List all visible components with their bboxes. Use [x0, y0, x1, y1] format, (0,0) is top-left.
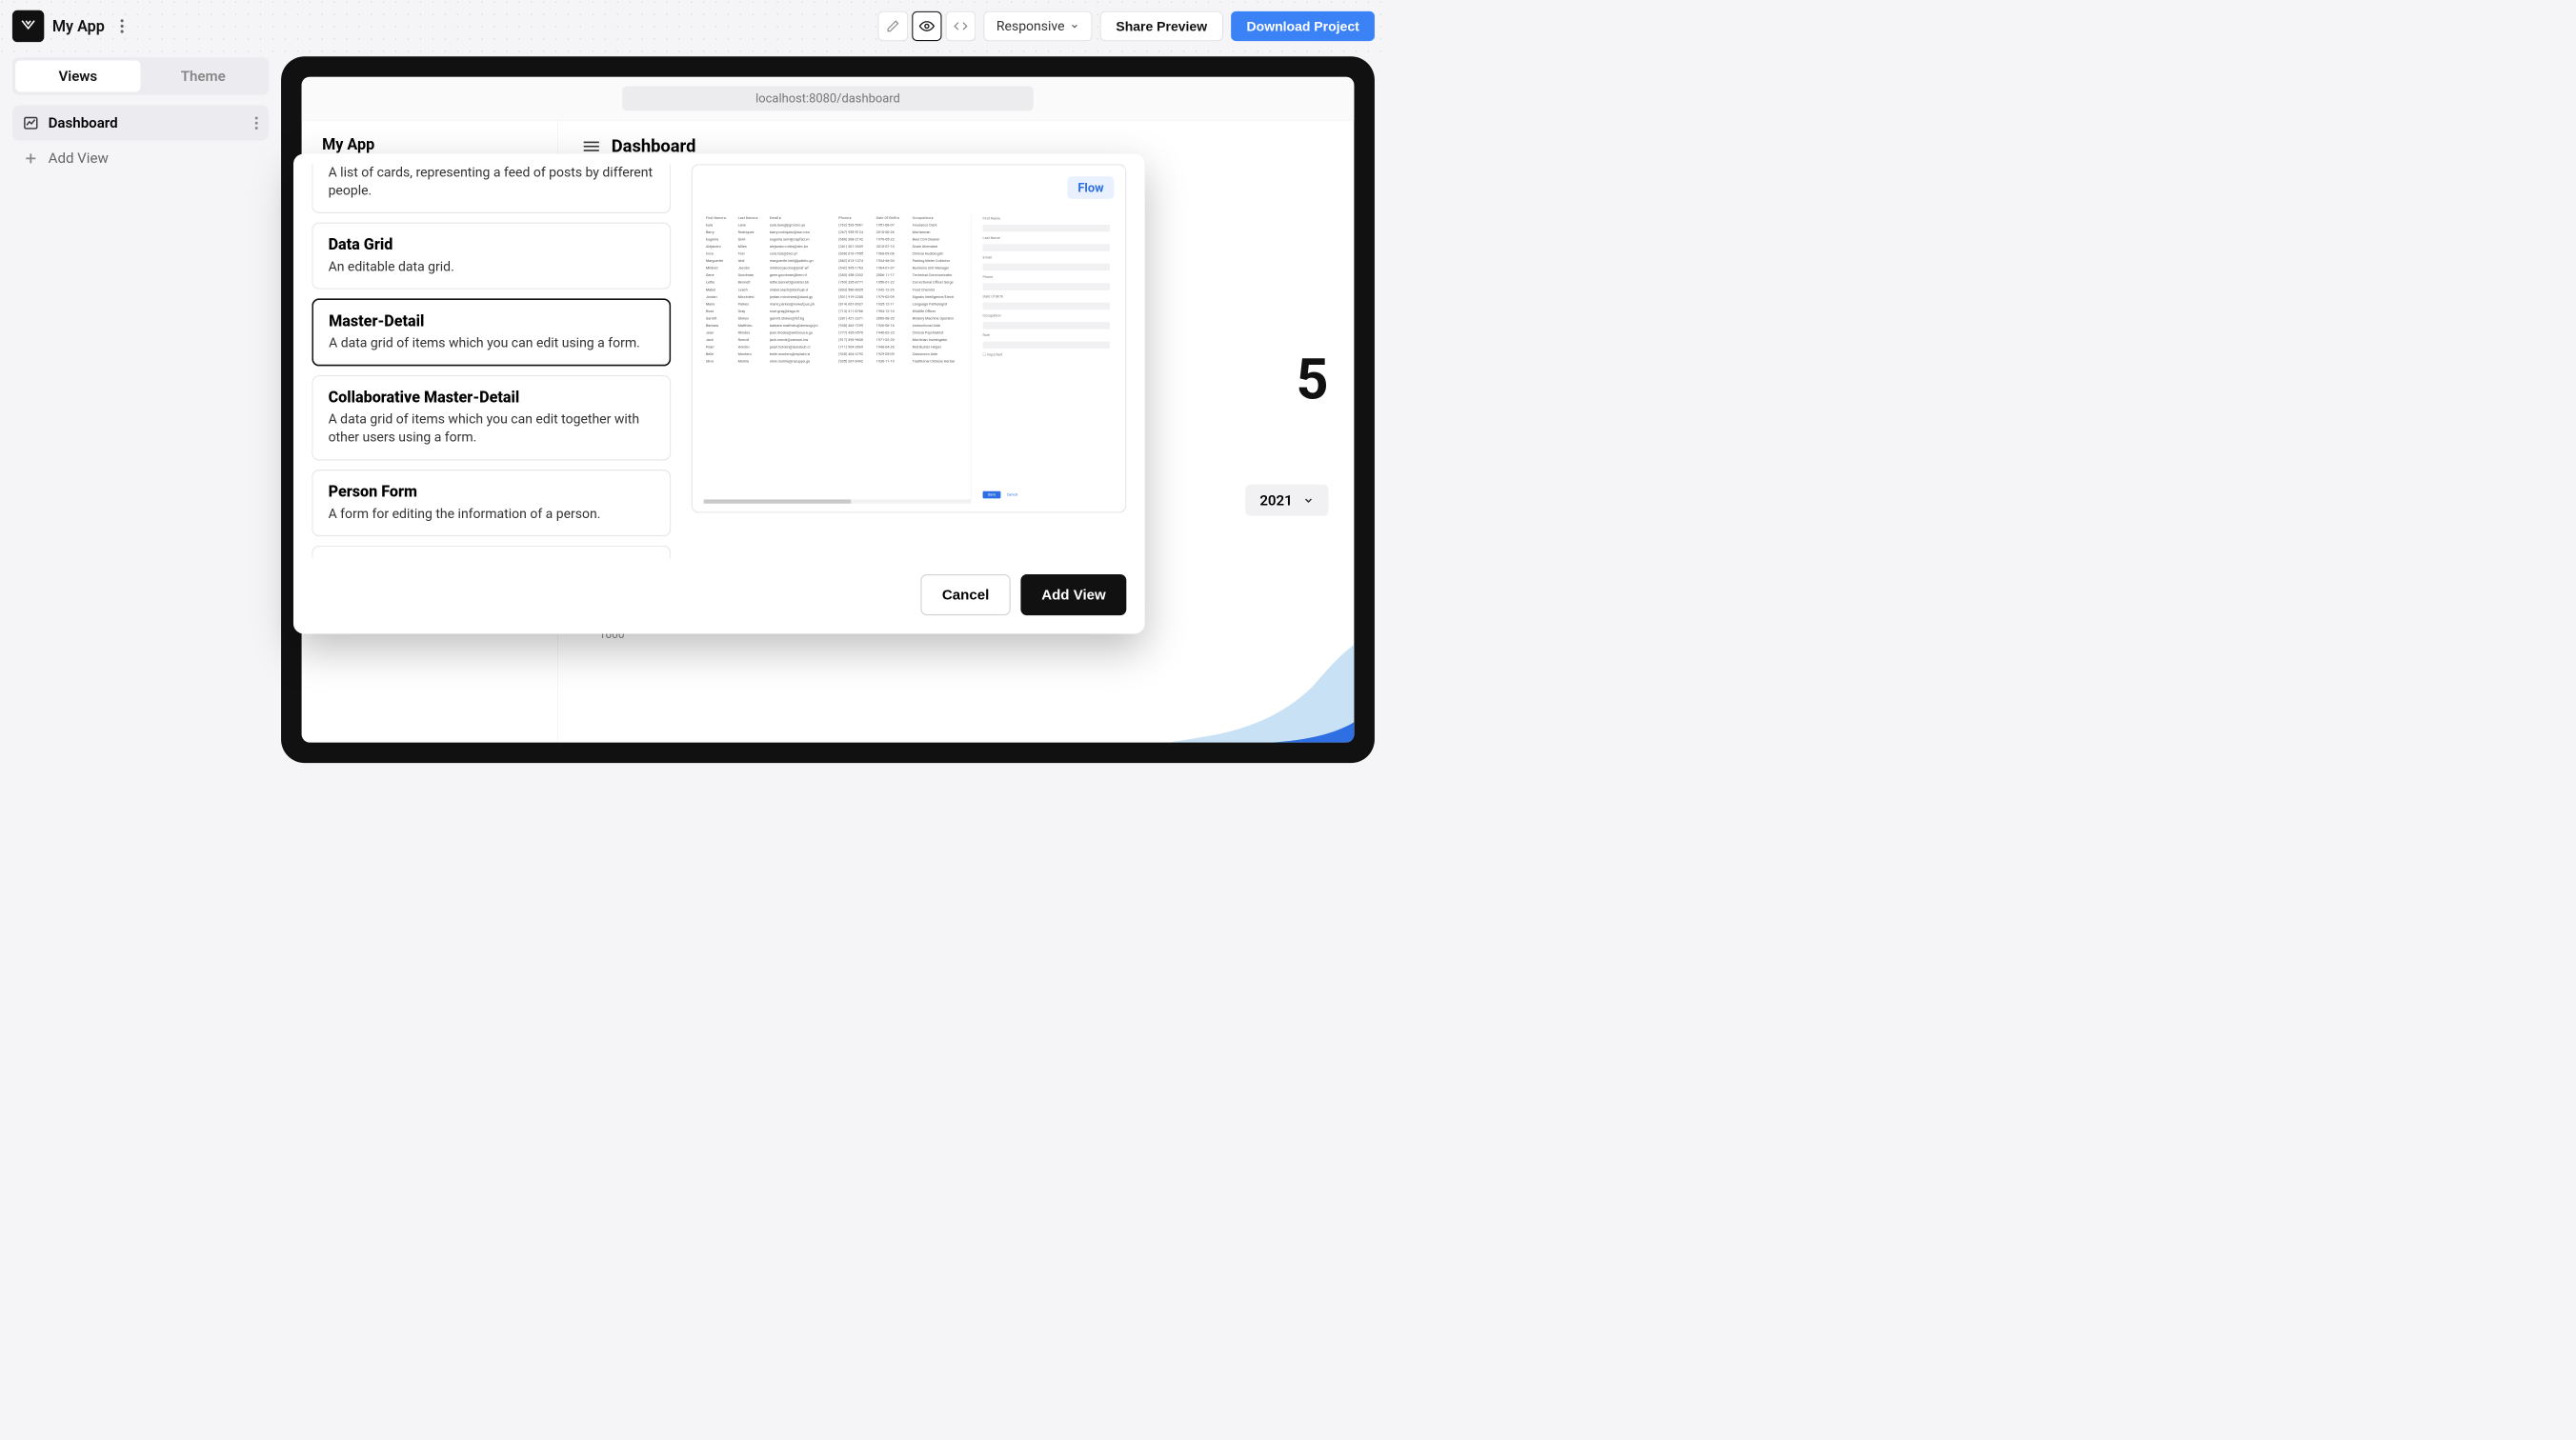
modal-submit-button[interactable]: Add View — [1021, 574, 1127, 615]
mode-toggle-group — [878, 11, 976, 41]
dashboard-icon — [23, 114, 39, 130]
template-title: Data Grid — [329, 236, 654, 254]
template-list: A list of cards, representing a feed of … — [312, 164, 671, 558]
plus-icon — [23, 150, 39, 166]
edit-mode-button[interactable] — [878, 11, 908, 41]
template-title: Master-Detail — [329, 312, 654, 330]
template-option-person-form[interactable]: Person Form A form for editing the infor… — [312, 470, 671, 536]
add-view-modal: A list of cards, representing a feed of … — [293, 154, 1145, 634]
template-desc: A data grid of items which you can edit … — [329, 410, 654, 447]
modal-cancel-button[interactable]: Cancel — [920, 574, 1011, 615]
url-bar: localhost:8080/dashboard — [302, 77, 1355, 121]
top-toolbar: My App Responsive Share Preview Download… — [0, 0, 1387, 52]
mini-master-detail: First Name ▸Last Name ▸Email ▸Phone ▸Dat… — [704, 214, 1115, 500]
share-preview-button[interactable]: Share Preview — [1100, 11, 1223, 41]
year-selector[interactable]: 2021 — [1245, 485, 1328, 516]
app-logo-dropdown[interactable] — [12, 10, 44, 42]
code-mode-button[interactable] — [946, 11, 976, 41]
hamburger-icon[interactable] — [584, 141, 599, 150]
tab-theme[interactable]: Theme — [141, 61, 266, 92]
mini-scrollbar — [704, 499, 971, 503]
chevron-down-icon — [1303, 494, 1315, 506]
tab-views[interactable]: Views — [15, 61, 140, 92]
sidebar-tabs: Views Theme — [12, 57, 269, 94]
sidebar-item-dashboard[interactable]: Dashboard — [12, 105, 269, 140]
preview-mode-button[interactable] — [912, 11, 941, 41]
template-option[interactable] — [312, 546, 671, 559]
sidebar-item-label: Dashboard — [49, 114, 118, 131]
template-preview-panel: Flow First Name ▸Last Name ▸Email ▸Phone… — [692, 164, 1127, 512]
download-project-button[interactable]: Download Project — [1231, 11, 1375, 41]
stat-number: 5 — [1296, 346, 1328, 411]
template-title: Person Form — [329, 483, 654, 501]
responsive-label: Responsive — [996, 18, 1065, 33]
view-item-menu-button[interactable] — [254, 116, 258, 130]
chevron-down-icon — [1070, 22, 1079, 31]
app-name: My App — [52, 17, 105, 35]
template-desc: An editable data grid. — [329, 258, 654, 276]
template-desc: A form for editing the information of a … — [329, 505, 654, 523]
preview-app-title: My App — [322, 136, 537, 154]
mini-table: First Name ▸Last Name ▸Email ▸Phone ▸Dat… — [704, 214, 972, 500]
template-option-data-grid[interactable]: Data Grid An editable data grid. — [312, 223, 671, 290]
year-value: 2021 — [1259, 491, 1292, 509]
template-option-master-detail[interactable]: Master-Detail A data grid of items which… — [312, 299, 671, 367]
flow-badge: Flow — [1068, 176, 1115, 199]
url-text: localhost:8080/dashboard — [622, 86, 1034, 110]
app-menu-button[interactable] — [112, 17, 131, 35]
add-view-label: Add View — [49, 150, 109, 167]
mini-form: First NameLast NameEmailPhoneDate Of Bir… — [978, 214, 1114, 500]
template-desc: A data grid of items which you can edit … — [329, 334, 654, 352]
sidebar: Views Theme Dashboard Add View — [0, 52, 281, 775]
template-option-collab-master-detail[interactable]: Collaborative Master-Detail A data grid … — [312, 375, 671, 460]
template-desc: A list of cards, representing a feed of … — [329, 164, 654, 200]
template-option[interactable]: A list of cards, representing a feed of … — [312, 164, 671, 213]
chart-area — [1170, 640, 1355, 743]
add-view-button[interactable]: Add View — [12, 141, 269, 176]
template-title: Collaborative Master-Detail — [329, 389, 654, 407]
responsive-dropdown[interactable]: Responsive — [983, 11, 1092, 41]
